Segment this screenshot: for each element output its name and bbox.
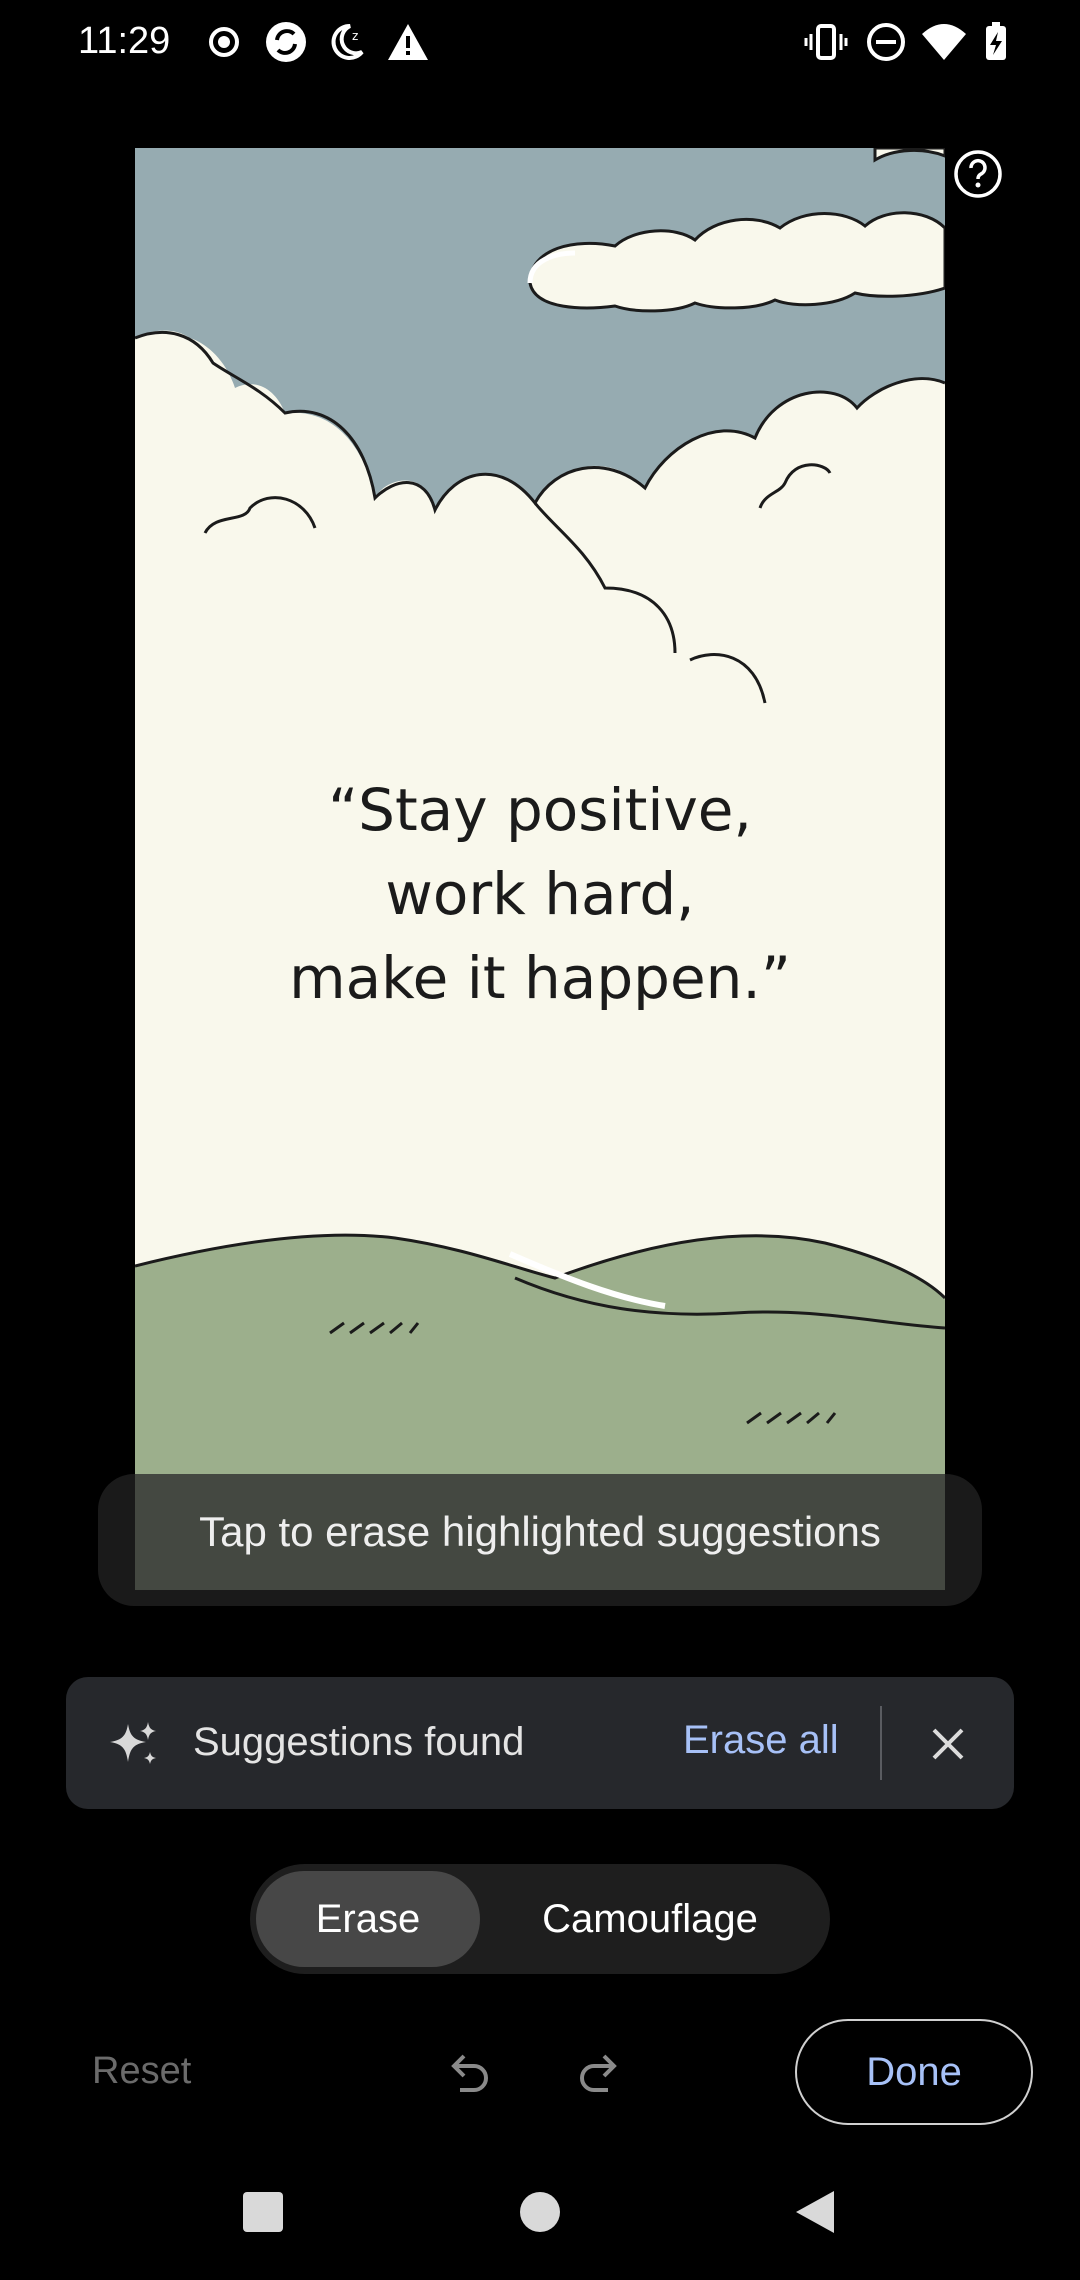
- quote-text: “Stay positive, work hard, make it happe…: [135, 768, 945, 1020]
- do-not-disturb-icon: [867, 23, 905, 61]
- home-icon[interactable]: [520, 2192, 560, 2232]
- edited-photo[interactable]: “Stay positive, work hard, make it happe…: [135, 148, 945, 1590]
- vibrate-icon: [804, 24, 848, 60]
- redo-icon[interactable]: [572, 2046, 628, 2102]
- quote-line: work hard,: [385, 860, 695, 928]
- svg-text:z: z: [352, 29, 358, 43]
- wifi-icon: [922, 24, 966, 60]
- status-bar: 11:29 z: [0, 0, 1080, 90]
- quote-line: “Stay positive,: [328, 776, 752, 844]
- night-mode-icon: z: [331, 23, 364, 60]
- status-time: 11:29: [78, 20, 171, 62]
- reset-button[interactable]: Reset: [92, 2050, 191, 2093]
- close-icon[interactable]: [922, 1718, 974, 1770]
- warning-icon: [388, 24, 428, 60]
- erase-all-button[interactable]: Erase all: [683, 1718, 839, 1763]
- divider: [880, 1706, 882, 1780]
- back-icon[interactable]: [794, 2189, 836, 2235]
- quote-line: make it happen.”: [289, 944, 791, 1012]
- record-icon: [209, 27, 239, 57]
- help-icon[interactable]: [952, 148, 1004, 200]
- erase-mode-button[interactable]: Erase: [256, 1871, 480, 1967]
- suggestions-found-label: Suggestions found: [193, 1720, 525, 1764]
- recents-icon[interactable]: [243, 2192, 283, 2232]
- sparkle-icon: [110, 1722, 156, 1764]
- battery-charging-icon: [986, 22, 1006, 60]
- sync-icon: [266, 22, 306, 62]
- undo-icon[interactable]: [440, 2046, 496, 2102]
- toast-message: Tap to erase highlighted suggestions: [135, 1474, 945, 1590]
- camouflage-mode-button[interactable]: Camouflage: [490, 1871, 810, 1967]
- done-button[interactable]: Done: [795, 2019, 1033, 2125]
